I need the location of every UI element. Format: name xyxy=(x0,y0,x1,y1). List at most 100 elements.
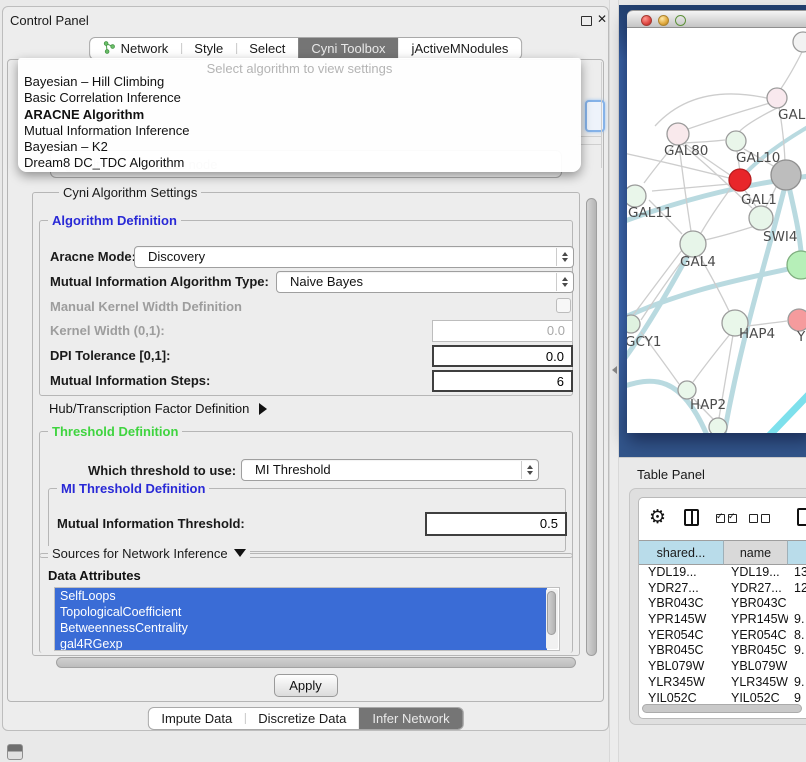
table-row[interactable]: YBL079WYBL079W xyxy=(639,659,806,675)
dpi-tolerance-label: DPI Tolerance [0,1]: xyxy=(50,348,170,363)
application-window: Control Panel ✕ Network Style Select Cyn… xyxy=(0,0,806,762)
table-body: YDL19...YDL19...13YDR27...YDR27...12YBR0… xyxy=(639,565,806,703)
algorithm-dropdown: Select algorithm to view settings Bayesi… xyxy=(18,58,581,172)
minimize-traffic-light-icon[interactable] xyxy=(658,15,669,26)
node-gal11[interactable] xyxy=(627,185,646,207)
list-vertical-scrollbar[interactable] xyxy=(546,589,558,649)
table-cell: YIL052C xyxy=(724,691,788,704)
dpi-tolerance-input[interactable]: 0.0 xyxy=(432,345,573,367)
tab-discretize-data[interactable]: Discretize Data xyxy=(245,708,359,729)
network-edge xyxy=(705,226,755,240)
right-region: GAL GAL80 GAL10 GAL1 GAL11 SWI4 GAL4 GCY… xyxy=(619,0,806,762)
mi-algorithm-type-combobox[interactable]: Naive Bayes xyxy=(276,271,574,293)
tab-style[interactable]: Style xyxy=(181,38,236,59)
aracne-mode-combobox[interactable]: Discovery xyxy=(134,246,574,268)
network-canvas[interactable]: GAL GAL80 GAL10 GAL1 GAL11 SWI4 GAL4 GCY… xyxy=(627,28,806,433)
table-cell: 9. xyxy=(788,675,806,691)
splitter-handle[interactable] xyxy=(612,366,617,374)
table-horizontal-scrollbar[interactable] xyxy=(642,704,802,713)
node-gal-partial[interactable] xyxy=(767,88,787,108)
network-window-titlebar[interactable] xyxy=(627,10,806,28)
sources-expander[interactable]: Sources for Network Inference xyxy=(48,546,250,561)
dropdown-item[interactable]: Basic Correlation Inference xyxy=(18,90,581,106)
table-row[interactable]: YDL19...YDL19...13 xyxy=(639,565,806,581)
node-gal1[interactable] xyxy=(749,206,773,230)
manual-kernel-width-checkbox[interactable] xyxy=(556,298,571,313)
table-row[interactable]: YIL052CYIL052C9 xyxy=(639,691,806,704)
float-window-icon[interactable] xyxy=(581,16,592,26)
network-edge xyxy=(688,103,770,129)
node-unlabeled[interactable] xyxy=(793,32,806,52)
tab-impute-data[interactable]: Impute Data xyxy=(148,708,245,729)
table-row[interactable]: YER054CYER054C8. xyxy=(639,628,806,644)
attribute-item[interactable]: TopologicalCoefficient xyxy=(55,604,547,620)
apply-button[interactable]: Apply xyxy=(274,674,338,697)
kernel-width-input[interactable]: 0.0 xyxy=(432,320,573,342)
table-row[interactable]: YDR27...YDR27...12 xyxy=(639,581,806,597)
tab-cyni-toolbox[interactable]: Cyni Toolbox xyxy=(298,38,398,59)
bottom-tabs: Impute Data Discretize Data Infer Networ… xyxy=(147,707,463,730)
node-label: GAL11 xyxy=(628,205,672,221)
gear-icon[interactable]: ⚙ xyxy=(649,506,666,528)
dropdown-item[interactable]: Bayesian – Hill Climbing xyxy=(18,74,581,90)
dropdown-item[interactable]: Mutual Information Inference xyxy=(18,123,581,139)
manual-kernel-width-label: Manual Kernel Width Definition xyxy=(50,299,242,314)
column-header-partial[interactable] xyxy=(788,540,806,565)
deselect-all-checks-icon[interactable] xyxy=(749,514,770,523)
zoom-traffic-light-icon[interactable] xyxy=(675,15,686,26)
table-row[interactable]: YLR345WYLR345W9. xyxy=(639,675,806,691)
settings-horizontal-scrollbar[interactable] xyxy=(54,657,580,669)
table-row[interactable]: YBR043CYBR043C xyxy=(639,596,806,612)
column-header-name[interactable]: name xyxy=(724,540,788,565)
which-threshold-combobox[interactable]: MI Threshold xyxy=(241,459,539,481)
node-gal10[interactable] xyxy=(726,131,746,151)
hub-definition-expander[interactable]: Hub/Transcription Factor Definition xyxy=(49,401,267,416)
table-cell: 9. xyxy=(788,643,806,659)
data-attributes-list[interactable]: SelfLoops TopologicalCoefficient Between… xyxy=(54,587,560,651)
algorithm-combobox-fragment[interactable] xyxy=(585,100,605,132)
node-table: ⚙ shared... name YDL19...YDL19...13YDR27… xyxy=(638,497,806,719)
sources-title: Sources for Network Inference xyxy=(52,546,228,561)
node-label: HAP4 xyxy=(739,326,775,342)
table-row[interactable]: YPR145WYPR145W9. xyxy=(639,612,806,628)
node-unlabeled[interactable] xyxy=(709,418,727,433)
network-edge xyxy=(655,94,775,126)
attribute-item[interactable]: BetweennessCentrality xyxy=(55,620,547,636)
node-salmon[interactable] xyxy=(788,309,806,331)
select-all-checks-icon[interactable] xyxy=(716,514,737,523)
attribute-item[interactable]: SelfLoops xyxy=(55,588,547,604)
dropdown-item[interactable]: Bayesian – K2 xyxy=(18,139,581,155)
close-traffic-light-icon[interactable] xyxy=(641,15,652,26)
node-red-selected[interactable] xyxy=(729,169,751,191)
dropdown-item-highlighted[interactable]: ARACNE Algorithm xyxy=(18,107,581,123)
mi-threshold-input[interactable]: 0.5 xyxy=(425,512,567,536)
floating-panel-icon[interactable] xyxy=(7,744,23,760)
node-label: SWI4 xyxy=(763,229,798,245)
node-swi4[interactable] xyxy=(787,251,806,279)
tab-label: Impute Data xyxy=(161,711,232,726)
mi-steps-input[interactable]: 6 xyxy=(432,370,573,392)
scrollbar-thumb[interactable] xyxy=(586,198,597,656)
control-panel: Control Panel ✕ Network Style Select Cyn… xyxy=(2,6,609,731)
columns-icon[interactable] xyxy=(684,509,699,526)
close-icon[interactable]: ✕ xyxy=(597,12,607,26)
document-icon[interactable] xyxy=(797,508,806,526)
tab-infer-network[interactable]: Infer Network xyxy=(359,708,462,729)
which-threshold-value: MI Threshold xyxy=(255,460,331,480)
settings-vertical-scrollbar[interactable] xyxy=(586,198,598,656)
dropdown-item[interactable]: Dream8 DC_TDC Algorithm xyxy=(18,155,581,171)
attribute-item[interactable]: gal4RGexp xyxy=(55,636,547,651)
table-row[interactable]: YBR045CYBR045C9. xyxy=(639,643,806,659)
scrollbar-thumb[interactable] xyxy=(56,657,576,668)
scrollbar-thumb[interactable] xyxy=(547,591,556,635)
node-gcy1[interactable] xyxy=(627,315,640,333)
tab-jactivemnodules[interactable]: jActiveMNodules xyxy=(399,38,522,59)
aracne-mode-label: Aracne Mode: xyxy=(50,249,136,264)
table-cell: YBR045C xyxy=(724,643,788,659)
group-title: Threshold Definition xyxy=(48,424,182,439)
node-gal80[interactable] xyxy=(667,123,689,145)
panel-splitter[interactable] xyxy=(609,0,619,762)
tab-network[interactable]: Network xyxy=(90,38,182,59)
column-header-shared[interactable]: shared... xyxy=(639,540,724,565)
tab-select[interactable]: Select xyxy=(236,38,298,59)
